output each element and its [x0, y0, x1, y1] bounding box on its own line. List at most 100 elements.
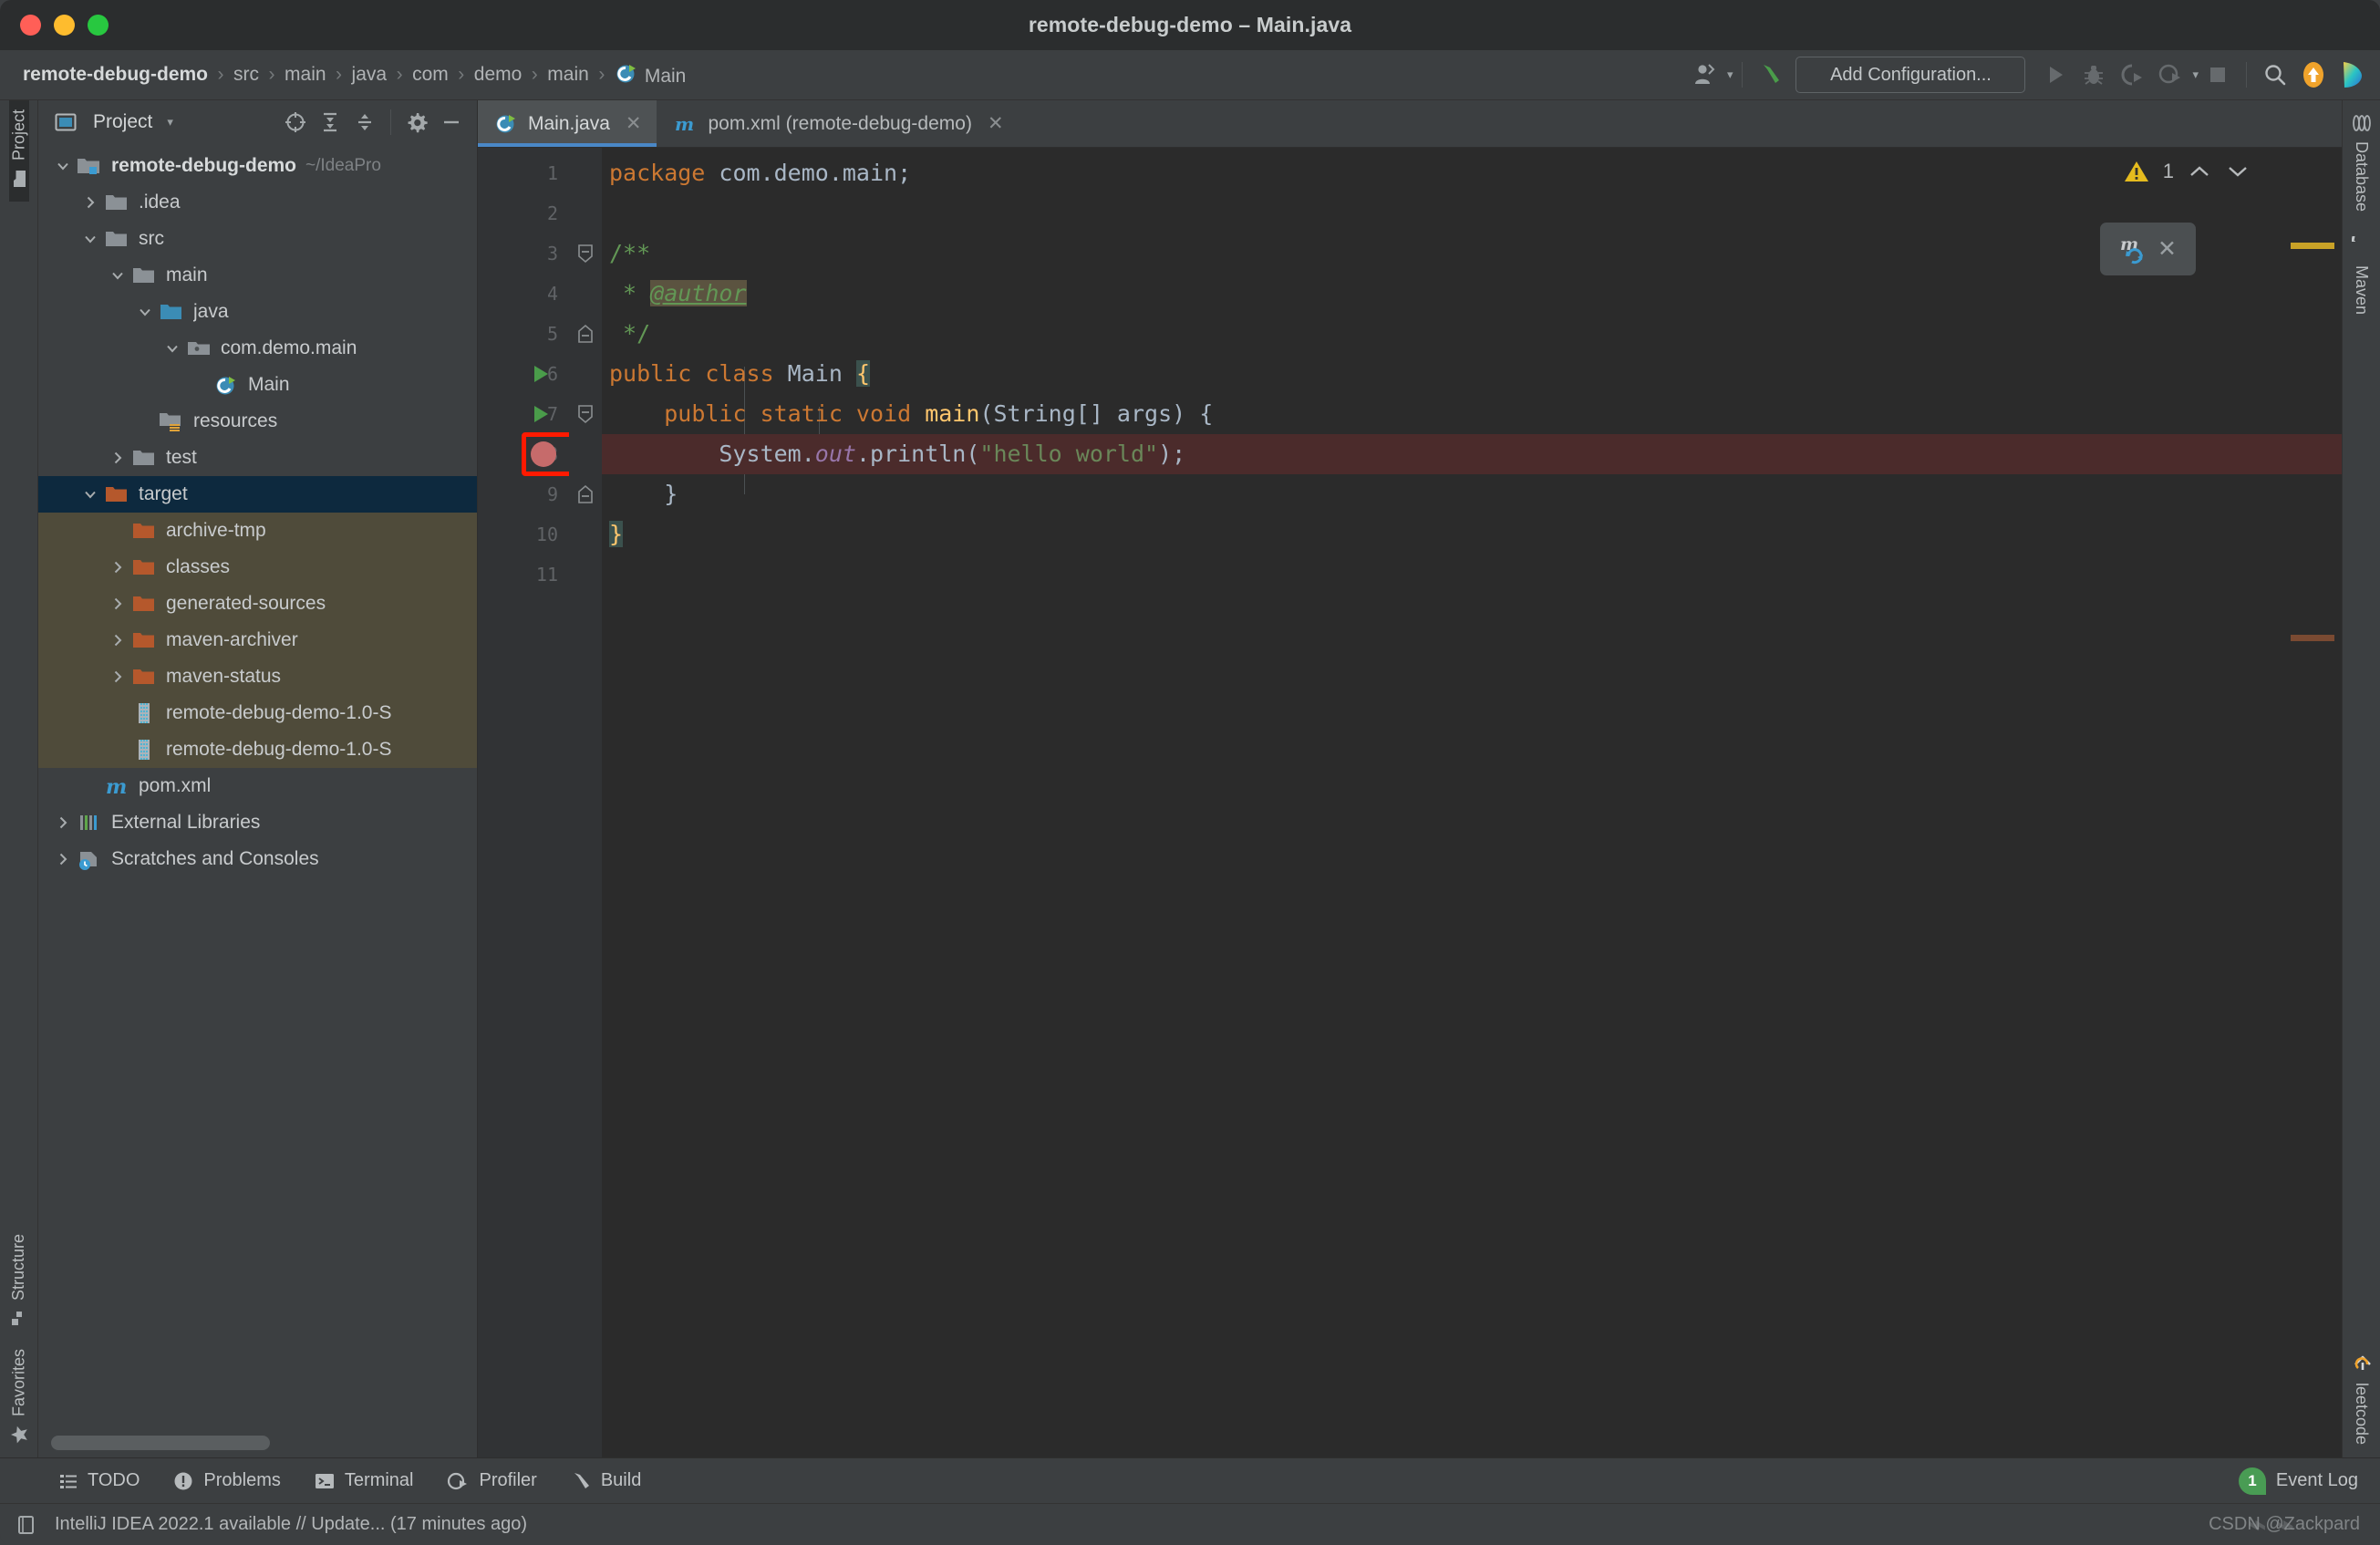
chevron-up-icon[interactable]	[2187, 162, 2212, 181]
ide-logo-icon[interactable]	[2333, 56, 2371, 94]
breakpoint-icon[interactable]	[531, 441, 556, 467]
code-editor[interactable]: package com.demo.main; /** * @author */ pu…	[602, 148, 2342, 1457]
chevron-right-icon[interactable]	[106, 559, 129, 575]
code-line[interactable]: */	[602, 314, 2342, 354]
run-gutter-icon[interactable]	[534, 406, 548, 422]
sidebar-item-structure[interactable]: Structure	[9, 1225, 28, 1340]
tree-item-generated-sources[interactable]: generated-sources	[38, 586, 477, 622]
breadcrumb-item-com[interactable]: com	[409, 64, 451, 86]
search-icon[interactable]	[2256, 56, 2294, 94]
tool-button-build[interactable]: Build	[554, 1470, 657, 1492]
close-icon[interactable]: ✕	[988, 112, 1004, 135]
tree-item-external-libraries[interactable]: External Libraries	[38, 804, 477, 841]
tab-pom-xml[interactable]: m pom.xml (remote-debug-demo) ✕	[657, 100, 1019, 147]
tree-item-remote-debug-demo-1-0-s[interactable]: remote-debug-demo-1.0-S	[38, 695, 477, 731]
debug-icon[interactable]	[2075, 56, 2113, 94]
chevron-down-icon[interactable]	[2225, 162, 2251, 181]
close-icon[interactable]: ✕	[626, 112, 642, 135]
add-configuration-button[interactable]: Add Configuration...	[1795, 57, 2026, 93]
maven-reload-popup[interactable]: m ✕	[2100, 223, 2196, 275]
breadcrumb-item-src[interactable]: src	[231, 64, 262, 86]
fold-toggle-icon[interactable]	[569, 314, 602, 354]
expand-all-icon[interactable]	[314, 106, 347, 139]
breadcrumb-item-project[interactable]: remote-debug-demo	[20, 64, 211, 86]
update-available-icon[interactable]	[2294, 56, 2333, 94]
code-line[interactable]: /**	[602, 233, 2342, 274]
zoom-window-button[interactable]	[88, 15, 109, 36]
chevron-right-icon[interactable]	[78, 194, 102, 211]
editor-marker[interactable]	[2291, 635, 2334, 641]
collapse-all-icon[interactable]	[348, 106, 381, 139]
user-avatar-icon[interactable]	[1686, 56, 1724, 94]
project-tree[interactable]: remote-debug-demo ~/IdeaPro .idea src main ja…	[38, 144, 477, 1457]
tool-button-todo[interactable]: TODO	[42, 1470, 156, 1491]
run-gutter-icon[interactable]	[534, 366, 548, 382]
sidebar-item-database[interactable]: Database	[2352, 100, 2372, 224]
tree-item-test[interactable]: test	[38, 440, 477, 476]
code-line[interactable]: * @author	[602, 274, 2342, 314]
tree-item-maven-status[interactable]: maven-status	[38, 658, 477, 695]
tool-button-problems[interactable]: Problems	[156, 1470, 296, 1492]
tree-item-idea[interactable]: .idea	[38, 184, 477, 221]
tree-item-com-demo-main[interactable]: com.demo.main	[38, 330, 477, 367]
tree-item-main[interactable]: Main	[38, 367, 477, 403]
tool-button-profiler[interactable]: Profiler	[429, 1470, 553, 1492]
breadcrumb-item-main[interactable]: main	[282, 64, 329, 86]
sidebar-item-project[interactable]: Project	[8, 100, 29, 202]
chevron-right-icon[interactable]	[106, 450, 129, 466]
profiler-icon[interactable]	[2151, 56, 2189, 94]
tree-item-classes[interactable]: classes	[38, 549, 477, 586]
tree-item-src[interactable]: src	[38, 221, 477, 257]
chevron-down-icon[interactable]	[106, 267, 129, 284]
tree-item-maven-archiver[interactable]: maven-archiver	[38, 622, 477, 658]
stop-icon[interactable]	[2199, 56, 2237, 94]
tree-item-main[interactable]: main	[38, 257, 477, 294]
editor-marker[interactable]	[2291, 243, 2334, 249]
chevron-down-icon[interactable]: ▾	[167, 115, 173, 130]
memory-indicator-icon[interactable]	[15, 1513, 38, 1537]
chevron-down-icon[interactable]	[78, 486, 102, 503]
run-with-coverage-icon[interactable]	[2113, 56, 2151, 94]
select-opened-file-icon[interactable]	[279, 106, 312, 139]
code-line[interactable]: }	[602, 514, 2342, 555]
chevron-down-icon[interactable]	[51, 158, 75, 174]
chevron-right-icon[interactable]	[106, 669, 129, 685]
sidebar-item-maven[interactable]: m Maven	[2351, 224, 2373, 327]
code-line[interactable]	[602, 555, 2342, 595]
run-icon[interactable]	[2036, 56, 2075, 94]
chevron-down-icon[interactable]	[133, 304, 157, 320]
fold-toggle-icon[interactable]	[569, 474, 602, 514]
event-log-button[interactable]: 1 Event Log	[2238, 1467, 2380, 1495]
hide-panel-icon[interactable]	[435, 106, 468, 139]
inspection-status[interactable]: 1	[2123, 159, 2251, 184]
tree-item-archive-tmp[interactable]: archive-tmp	[38, 513, 477, 549]
gear-icon[interactable]	[400, 106, 433, 139]
fold-toggle-icon[interactable]	[569, 233, 602, 274]
breadcrumb-item-demo[interactable]: demo	[471, 64, 525, 86]
breadcrumb-item-class[interactable]: Main	[612, 62, 689, 88]
chevron-right-icon[interactable]	[51, 851, 75, 867]
tree-item-resources[interactable]: resources	[38, 403, 477, 440]
tree-item-java[interactable]: java	[38, 294, 477, 330]
sidebar-item-leetcode[interactable]: leetcode	[2351, 1340, 2373, 1457]
build-hammer-icon[interactable]	[1752, 56, 1790, 94]
minimize-window-button[interactable]	[54, 15, 75, 36]
tree-item-remote-debug-demo-1-0-s[interactable]: remote-debug-demo-1.0-S	[38, 731, 477, 768]
chevron-right-icon[interactable]	[51, 814, 75, 831]
chevron-right-icon[interactable]	[106, 596, 129, 612]
chevron-down-icon[interactable]	[78, 231, 102, 247]
project-horizontal-scrollbar[interactable]	[51, 1436, 270, 1450]
editor-fold-column[interactable]	[569, 148, 602, 1457]
tree-item-remote-debug-demo[interactable]: remote-debug-demo ~/IdeaPro	[38, 148, 477, 184]
breadcrumb-item-java[interactable]: java	[349, 64, 390, 86]
close-window-button[interactable]	[20, 15, 41, 36]
code-line[interactable]: }	[602, 474, 2342, 514]
editor-marker-strip[interactable]	[2254, 148, 2342, 1457]
code-line[interactable]: package com.demo.main;	[602, 153, 2342, 193]
tree-item-scratches-and-consoles[interactable]: Scratches and Consoles	[38, 841, 477, 877]
tree-item-pom-xml[interactable]: m pom.xml	[38, 768, 477, 804]
sidebar-item-favorites[interactable]: Favorites	[9, 1340, 29, 1457]
breadcrumb-item-main-pkg[interactable]: main	[544, 64, 592, 86]
tool-button-terminal[interactable]: Terminal	[297, 1470, 430, 1491]
tab-main-java[interactable]: Main.java ✕	[478, 100, 657, 147]
